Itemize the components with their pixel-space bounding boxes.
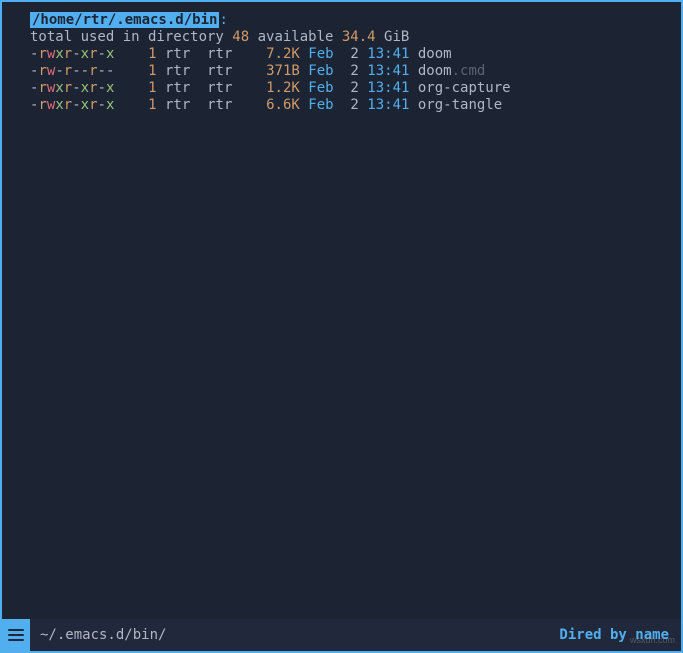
file-row[interactable]: -rwxr-xr-x 1 rtr rtr 1.2K Feb 2 13:41 or… [30, 80, 681, 97]
link-count: 1 [114, 46, 156, 63]
date-day: 2 [334, 46, 359, 63]
file-size: 7.2K [241, 46, 300, 63]
file-extension: .cmd [452, 63, 486, 80]
link-count: 1 [114, 97, 156, 114]
file-name: org-tangle [409, 97, 502, 114]
date-month: Feb [300, 80, 334, 97]
file-row[interactable]: -rw-r--r-- 1 rtr rtr 371B Feb 2 13:41 do… [30, 63, 681, 80]
directory-path: /home/rtr/.emacs.d/bin [30, 12, 219, 28]
summary-prefix: total used in directory [30, 29, 232, 45]
summary-unit: GiB [376, 29, 410, 45]
dired-summary: total used in directory 48 available 34.… [30, 29, 681, 46]
dired-path-header: /home/rtr/.emacs.d/bin: [2, 2, 681, 29]
file-row[interactable]: -rwxr-xr-x 1 rtr rtr 6.6K Feb 2 13:41 or… [30, 97, 681, 114]
date-month: Feb [300, 63, 334, 80]
date-month: Feb [300, 97, 334, 114]
summary-blocks: 48 [232, 29, 249, 45]
date-day: 2 [334, 97, 359, 114]
watermark: wsxdn.com [630, 632, 675, 649]
file-name: org-capture [409, 80, 510, 97]
date-month: Feb [300, 46, 334, 63]
link-count: 1 [114, 80, 156, 97]
link-count: 1 [114, 63, 156, 80]
emacs-window: /home/rtr/.emacs.d/bin: total used in di… [0, 0, 683, 653]
date-day: 2 [334, 80, 359, 97]
permissions: -rw-r--r-- [30, 63, 114, 80]
cursor: : [219, 12, 227, 29]
date-time: 13:41 [359, 80, 410, 97]
menu-icon[interactable] [2, 619, 30, 651]
permissions: -rwxr-xr-x [30, 46, 114, 63]
owner-group: rtr rtr [157, 63, 241, 80]
owner-group: rtr rtr [157, 80, 241, 97]
file-size: 371B [241, 63, 300, 80]
modeline-path: ~/.emacs.d/bin/ [40, 627, 166, 644]
date-day: 2 [334, 63, 359, 80]
file-size: 6.6K [241, 97, 300, 114]
owner-group: rtr rtr [157, 46, 241, 63]
summary-mid: available [249, 29, 342, 45]
permissions: -rwxr-xr-x [30, 97, 114, 114]
file-name: doom [409, 46, 451, 63]
file-name: doom [409, 63, 451, 80]
owner-group: rtr rtr [157, 97, 241, 114]
dired-buffer[interactable]: total used in directory 48 available 34.… [2, 29, 681, 619]
summary-avail: 34.4 [342, 29, 376, 45]
permissions: -rwxr-xr-x [30, 80, 114, 97]
file-row[interactable]: -rwxr-xr-x 1 rtr rtr 7.2K Feb 2 13:41 do… [30, 46, 681, 63]
modeline[interactable]: ~/.emacs.d/bin/ Dired by name [2, 619, 681, 651]
date-time: 13:41 [359, 63, 410, 80]
date-time: 13:41 [359, 97, 410, 114]
file-size: 1.2K [241, 80, 300, 97]
date-time: 13:41 [359, 46, 410, 63]
